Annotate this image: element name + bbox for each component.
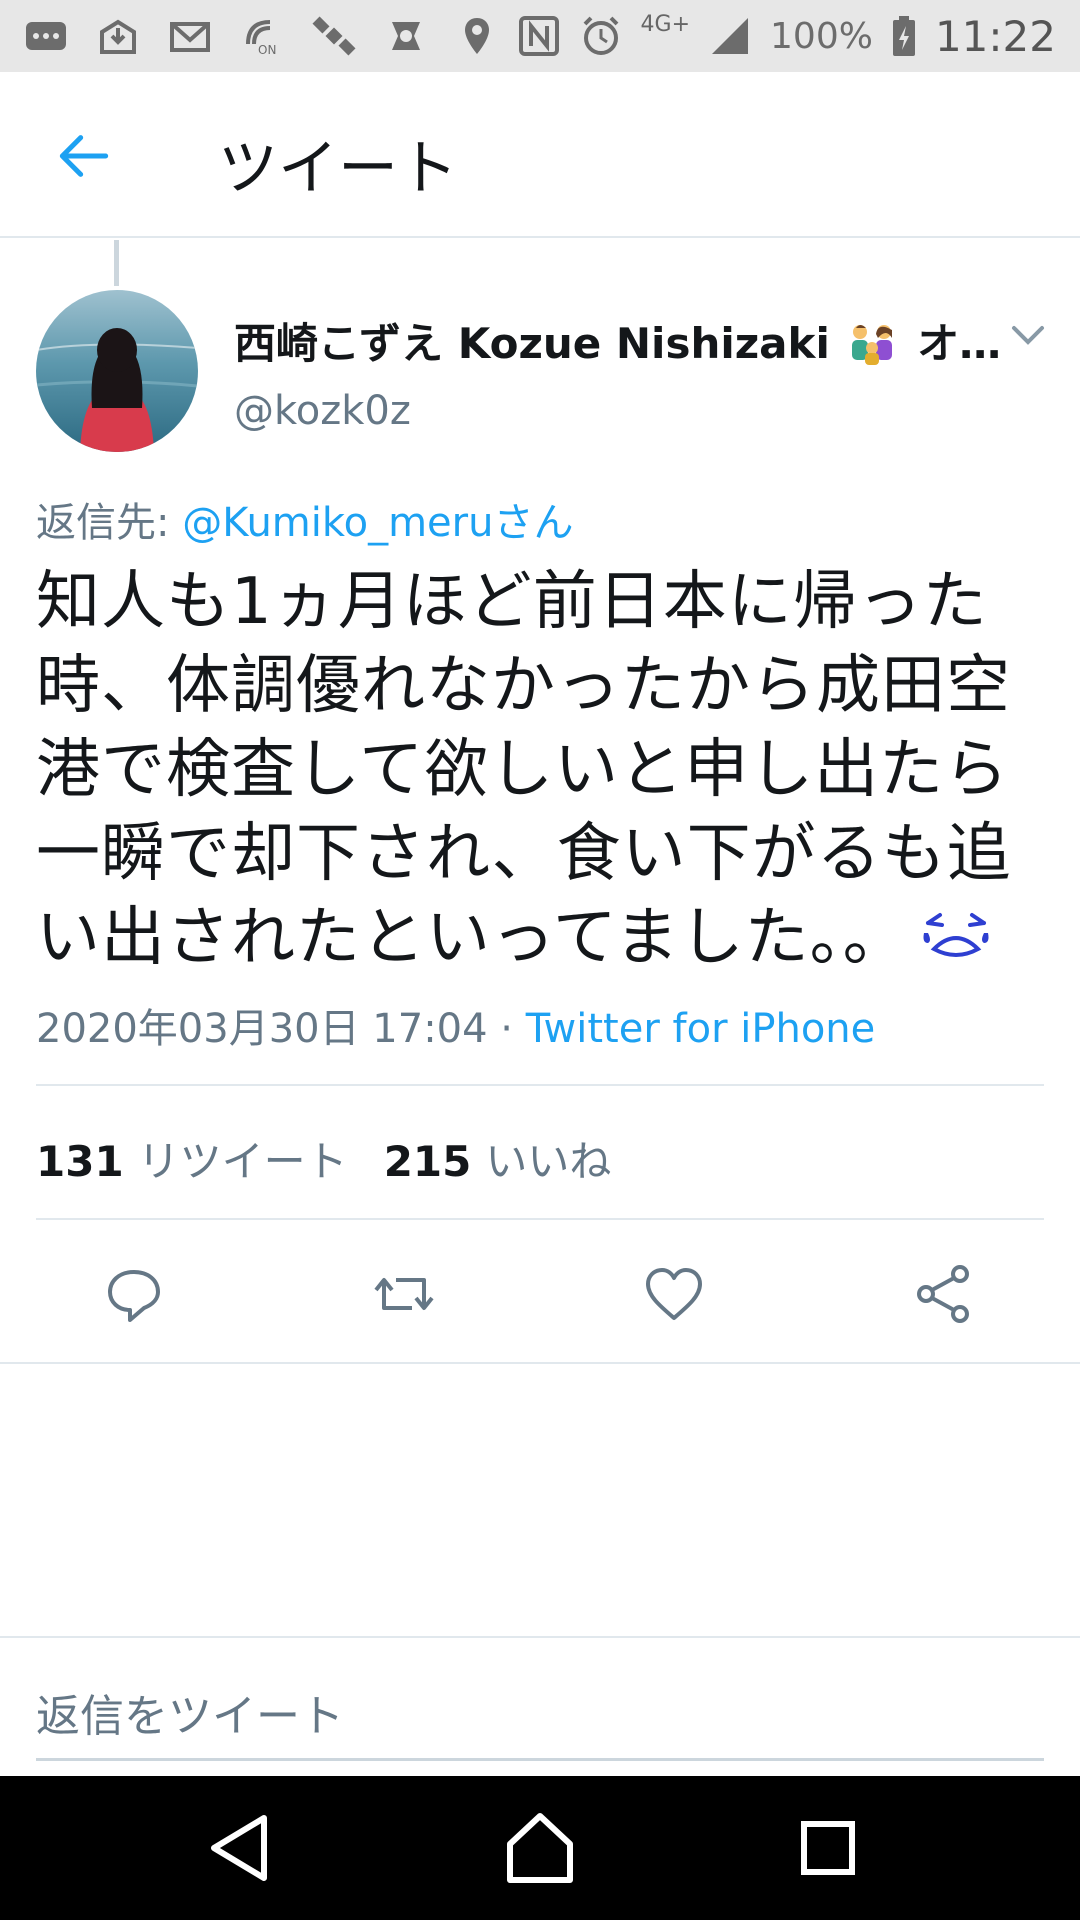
retweets-count: 131 <box>36 1137 124 1186</box>
divider <box>0 1636 1080 1638</box>
mail-icon <box>168 14 212 58</box>
svg-text:ON: ON <box>258 43 276 57</box>
page-title: ツイート <box>218 134 458 204</box>
reply-input[interactable]: 返信をツイート <box>36 1680 344 1744</box>
tweet-text-line: 知人も1ヵ月ほど前日本に帰った <box>36 565 988 639</box>
nav-recents-button[interactable] <box>788 1808 868 1888</box>
tweet-timestamp: 2020年03月30日 17:04 · <box>36 1006 526 1052</box>
tweet-meta: 2020年03月30日 17:04 · Twitter for iPhone <box>36 996 875 1054</box>
reply-button[interactable] <box>102 1262 166 1326</box>
nfc-on-icon: ON <box>240 14 284 58</box>
author-display-name[interactable]: 西崎こずえ Kozue Nishizaki オ… <box>234 310 1001 371</box>
retweet-button[interactable] <box>372 1262 436 1326</box>
square-recents-icon <box>801 1821 855 1875</box>
reply-to-prefix: 返信先: <box>36 500 183 546</box>
likes-label: いいね <box>485 1137 612 1186</box>
back-button[interactable] <box>48 126 120 186</box>
thread-connector-line <box>114 240 119 286</box>
alarm-icon <box>579 14 623 58</box>
chevron-down-icon <box>1012 326 1044 345</box>
home-icon <box>507 1813 573 1883</box>
tweet-source-link[interactable]: Twitter for iPhone <box>526 1006 876 1052</box>
more-icon <box>24 14 68 58</box>
nfc-icon <box>517 14 561 58</box>
tweet-actions <box>0 1248 1080 1338</box>
avatar[interactable] <box>36 290 198 452</box>
likes-stat[interactable]: 215 いいね <box>384 1128 612 1189</box>
share-icon <box>917 1265 969 1323</box>
heart-icon <box>646 1268 702 1320</box>
tweet-body: 知人も1ヵ月ほど前日本に帰った 時、体調優れなかったから成田空 港で検査して欲し… <box>36 560 1046 980</box>
tweet-text-line-last: い出されたといってました。。 <box>36 896 1046 980</box>
signal-icon <box>708 14 752 58</box>
location-icon <box>455 14 499 58</box>
satellite-icon <box>312 14 356 58</box>
tweet-text-line: い出されたといってました。。 <box>36 901 908 975</box>
divider <box>36 1218 1044 1220</box>
download-mail-icon <box>96 14 140 58</box>
divider <box>0 1362 1080 1364</box>
nav-home-button[interactable] <box>500 1808 580 1888</box>
vpn-icon <box>384 14 428 58</box>
retweets-stat[interactable]: 131 リツイート <box>36 1128 348 1189</box>
reply-to-line: 返信先: @Kumiko_meruさん <box>36 490 573 548</box>
tweet-options-button[interactable] <box>1008 318 1048 354</box>
network-type-label: 4G+ <box>640 11 691 37</box>
tweet-text-line: 時、体調優れなかったから成田空 <box>36 649 1011 723</box>
family-emoji-icon <box>846 322 900 366</box>
like-button[interactable] <box>642 1262 706 1326</box>
nav-back-button[interactable] <box>200 1808 280 1888</box>
battery-charging-icon <box>891 14 917 58</box>
triangle-back-icon <box>211 1815 267 1881</box>
app-header: ツイート <box>0 72 1080 238</box>
tweet-text-line: 一瞬で却下され、食い下がるも追 <box>36 817 1012 891</box>
likes-count: 215 <box>383 1137 472 1186</box>
retweets-label: リツイート <box>137 1137 348 1186</box>
retweet-icon <box>374 1278 434 1310</box>
system-nav-bar <box>0 1776 1080 1920</box>
battery-percent: 100% <box>770 15 873 57</box>
reply-icon <box>108 1270 160 1322</box>
author-handle[interactable]: @kozk0z <box>234 388 411 434</box>
divider <box>36 1084 1044 1086</box>
crying-face-emoji-icon <box>920 900 992 957</box>
clock: 11:22 <box>934 11 1056 61</box>
share-button[interactable] <box>912 1262 976 1326</box>
reply-input-underline <box>36 1758 1044 1761</box>
back-arrow-icon <box>59 135 109 177</box>
reply-to-link[interactable]: @Kumiko_meruさん <box>182 500 573 546</box>
author-name-suffix: オ… <box>917 319 1002 368</box>
tweet-stats: 131 リツイート 215 いいね <box>36 1128 611 1189</box>
author-name-text: 西崎こずえ Kozue Nishizaki <box>234 319 830 368</box>
tweet-text-line: 港で検査して欲しいと申し出たら <box>36 733 1010 807</box>
status-bar: ON 4G+ 100% 11:22 <box>0 0 1080 72</box>
